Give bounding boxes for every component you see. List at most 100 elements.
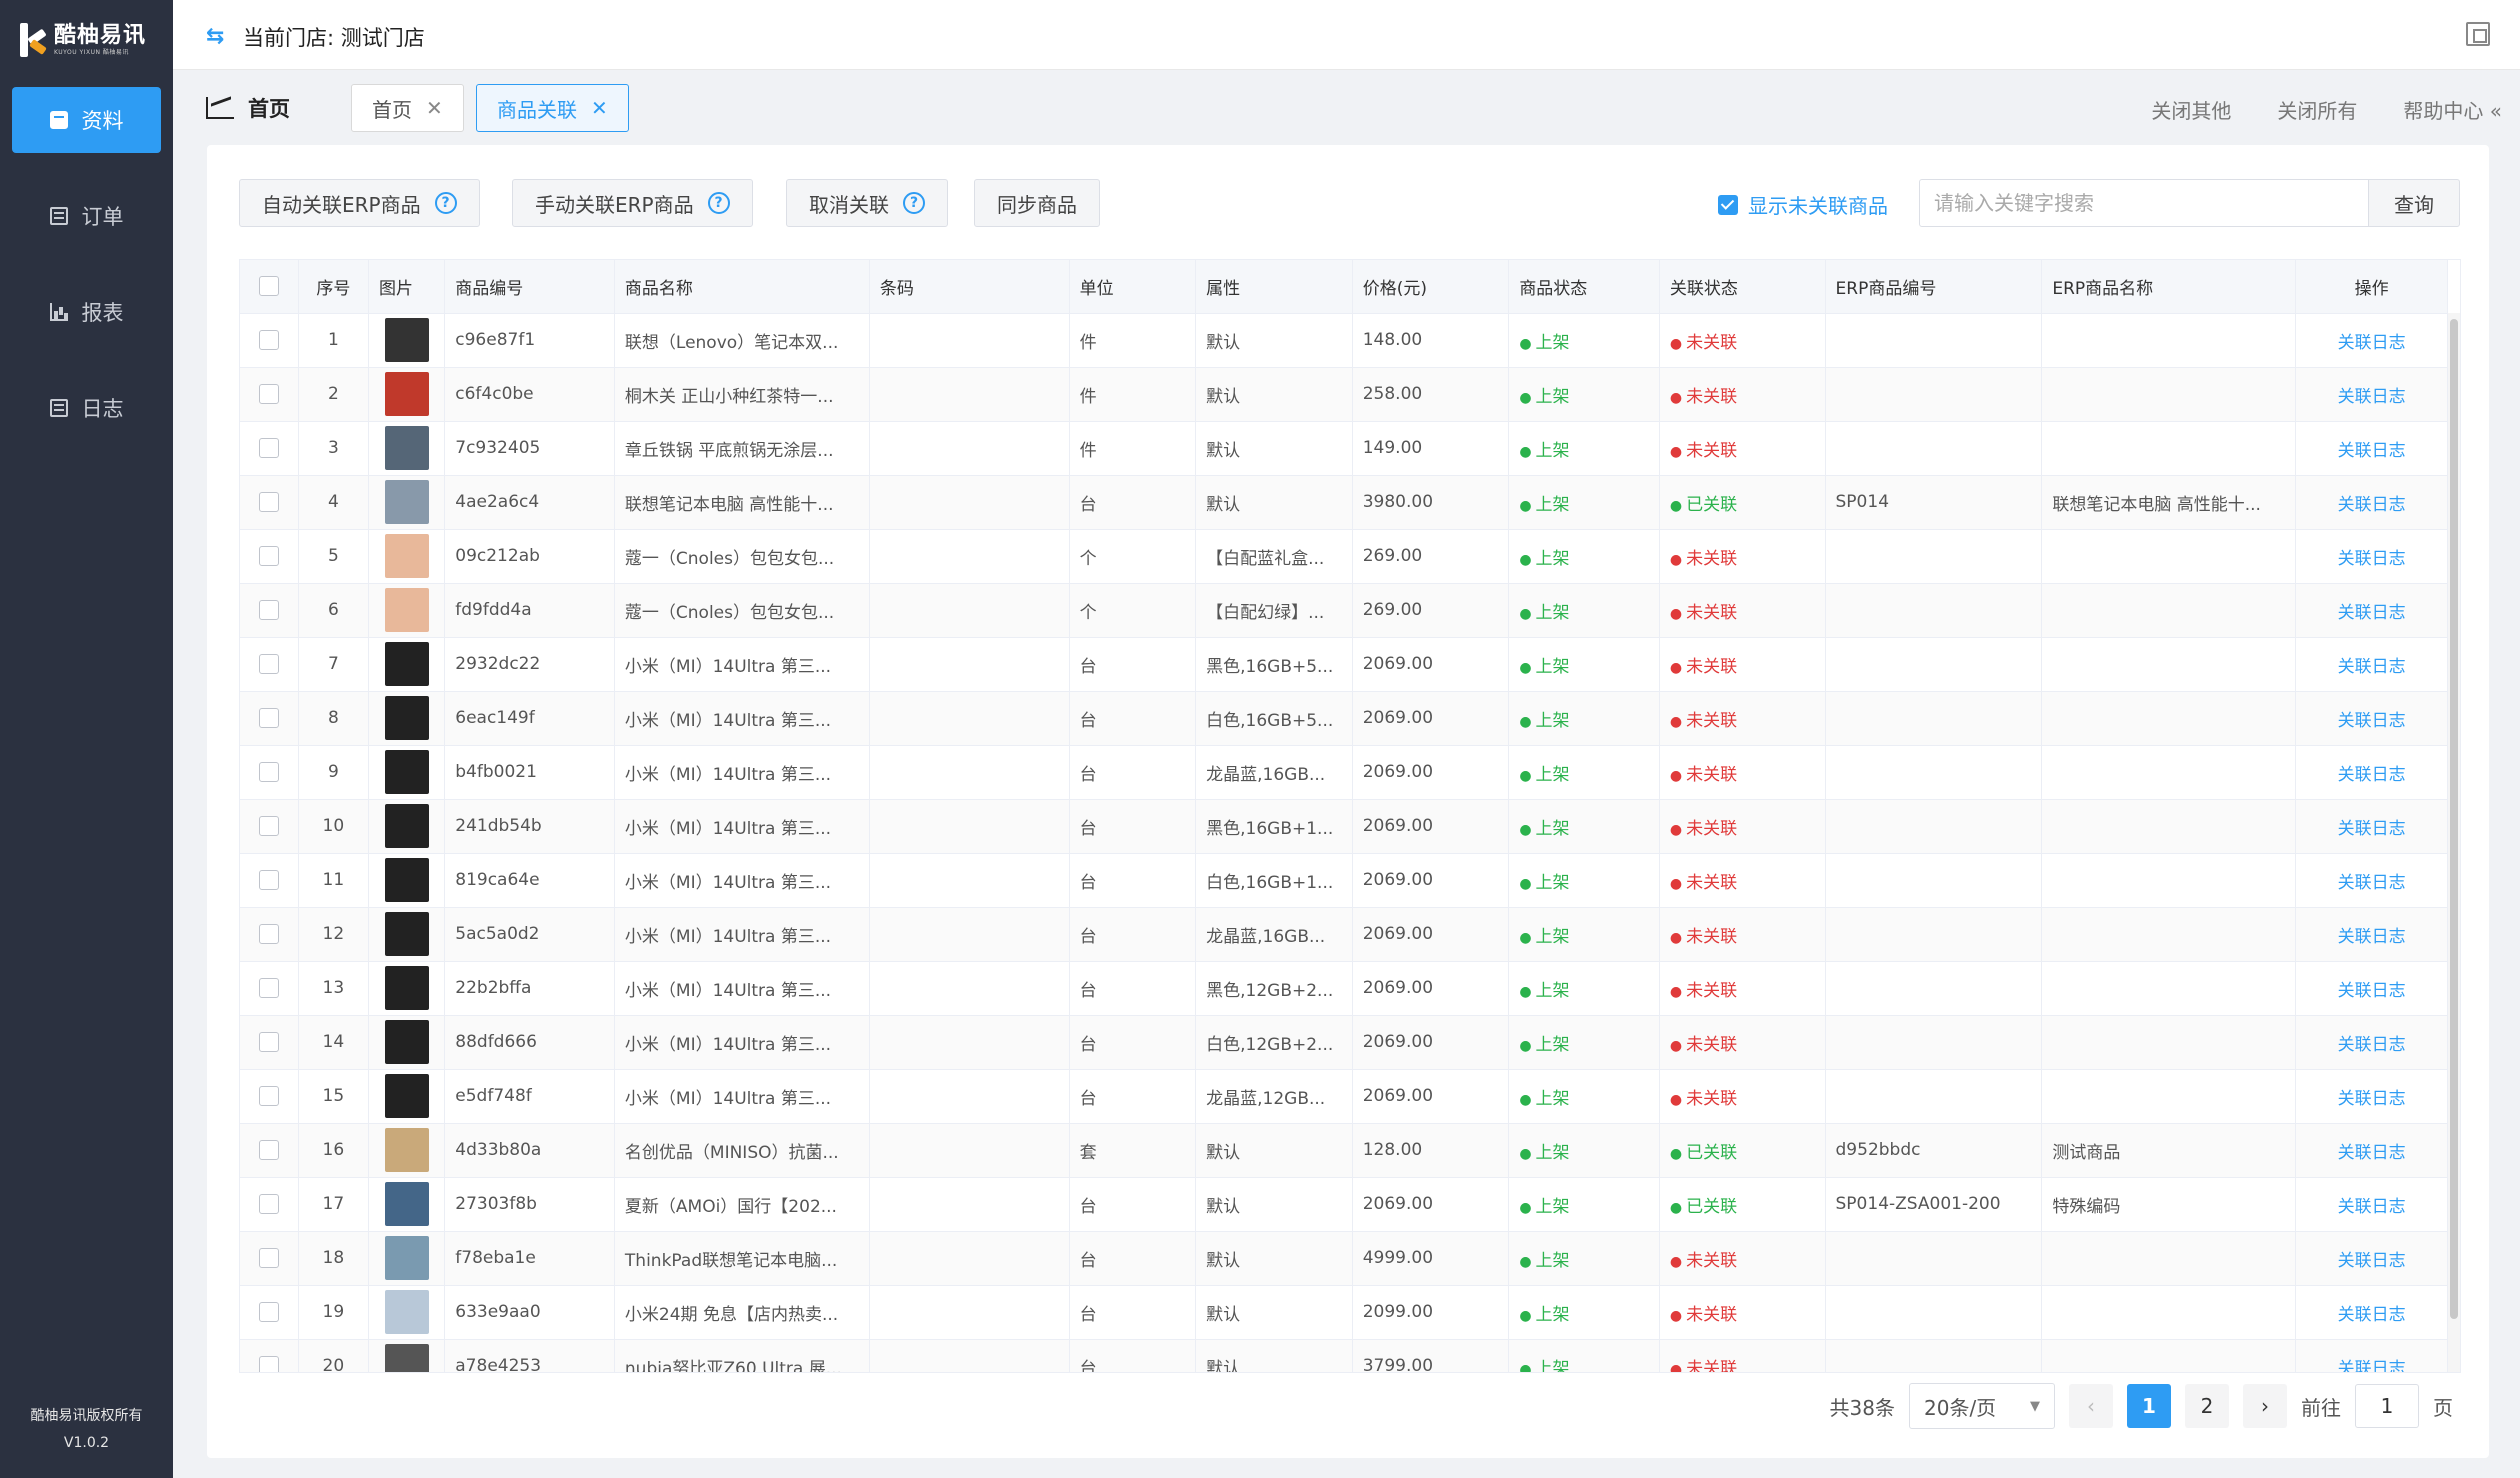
row-checkbox[interactable] (258, 600, 279, 620)
row-checkbox[interactable] (258, 1248, 279, 1268)
sidebar-item-reports[interactable]: 报表 (12, 279, 161, 345)
table-row[interactable]: 16 4d33b80a 名创优品（MINISO）抗菌... 套默认 128.00 ● 上架 ●… (240, 1123, 2448, 1178)
link-log-link[interactable]: 关联日志 (2338, 1035, 2406, 1055)
row-checkbox[interactable] (258, 1032, 279, 1052)
row-checkbox[interactable] (258, 1302, 279, 1322)
link-log-link[interactable]: 关联日志 (2338, 1251, 2406, 1271)
table-row[interactable]: 3 7c932405 章丘铁锅 平底煎锅无涂层... 件默认 149.00 ● 上架 ● 未关联… (240, 421, 2448, 476)
page-size-select[interactable]: 20条/页 ▼ (1909, 1383, 2055, 1429)
link-log-link[interactable]: 关联日志 (2338, 1305, 2406, 1325)
link-log-link[interactable]: 关联日志 (2338, 333, 2406, 353)
manual-link-erp-button[interactable]: 手动关联ERP商品 ? (512, 179, 753, 227)
product-thumbnail[interactable] (384, 642, 429, 686)
close-icon[interactable]: ✕ (591, 96, 608, 120)
link-log-link[interactable]: 关联日志 (2338, 603, 2406, 623)
product-thumbnail[interactable] (384, 1290, 429, 1334)
row-checkbox[interactable] (258, 1140, 279, 1160)
link-log-link[interactable]: 关联日志 (2338, 819, 2406, 839)
link-log-link[interactable]: 关联日志 (2338, 1143, 2406, 1163)
table-row[interactable]: 6 fd9fdd4a 蔻一（Cnoles）包包女包... 个【白配幻绿】... 269.… (240, 583, 2448, 638)
sidebar-item-data[interactable]: 资料 (12, 87, 161, 153)
page-button-1[interactable]: 1 (2127, 1384, 2171, 1428)
question-icon[interactable]: ? (707, 192, 730, 214)
link-log-link[interactable]: 关联日志 (2338, 1197, 2406, 1217)
table-row[interactable]: 14 88dfd666 小米（MI）14Ultra 第三... 台白色,12GB+2.… (240, 1015, 2448, 1070)
table-row[interactable]: 7 2932dc22 小米（MI）14Ultra 第三... 台黑色,16GB+5..… (240, 637, 2448, 692)
goto-page-input[interactable] (2355, 1384, 2419, 1428)
table-scrollbar[interactable] (2448, 313, 2460, 1372)
help-center-button[interactable]: 帮助中心 « (2403, 95, 2502, 124)
link-log-link[interactable]: 关联日志 (2338, 981, 2406, 1001)
row-checkbox[interactable] (258, 384, 279, 404)
checkbox-checked-icon[interactable] (1718, 194, 1738, 215)
product-thumbnail[interactable] (384, 1020, 429, 1064)
link-log-link[interactable]: 关联日志 (2338, 441, 2406, 461)
table-row[interactable]: 19 633e9aa0 小米24期 免息【店内热卖... 台默认 2099.00 ● 上架 ●… (240, 1285, 2448, 1340)
sidebar-item-orders[interactable]: 订单 (12, 183, 161, 249)
link-log-link[interactable]: 关联日志 (2338, 495, 2406, 515)
auto-link-erp-button[interactable]: 自动关联ERP商品 ? (239, 179, 480, 227)
table-row[interactable]: 8 6eac149f 小米（MI）14Ultra 第三... 台白色,16GB+5..… (240, 691, 2448, 746)
table-row[interactable]: 5 09c212ab 蔻一（Cnoles）包包女包... 个【白配蓝礼盒... 269.… (240, 529, 2448, 584)
row-checkbox[interactable] (258, 762, 279, 782)
question-icon[interactable]: ? (434, 192, 457, 214)
table-row[interactable]: 20 a78e4253 nubia努比亚Z60 Ultra 展... 台默认 3799.… (240, 1339, 2448, 1373)
product-thumbnail[interactable] (384, 1344, 429, 1372)
show-unlinked-checkbox[interactable]: 显示未关联商品 (1718, 190, 1888, 219)
home-breadcrumb[interactable]: 首页 (206, 93, 290, 123)
scrollbar-thumb[interactable] (2450, 319, 2458, 1319)
close-all-button[interactable]: 关闭所有 (2277, 95, 2357, 124)
tab-home[interactable]: 首页 ✕ (351, 84, 464, 132)
table-row[interactable]: 4 4ae2a6c4 联想笔记本电脑 高性能十... 台默认 3980.00 ● 上架 ● 已关… (240, 475, 2448, 530)
table-row[interactable]: 17 27303f8b 夏新（AMOi）国行【202... 台默认 2069.00 ● 上架… (240, 1177, 2448, 1232)
product-thumbnail[interactable] (384, 912, 429, 956)
link-log-link[interactable]: 关联日志 (2338, 549, 2406, 569)
row-checkbox[interactable] (258, 1086, 279, 1106)
row-checkbox[interactable] (258, 708, 279, 728)
product-thumbnail[interactable] (384, 1182, 429, 1226)
row-checkbox[interactable] (258, 924, 279, 944)
row-checkbox[interactable] (258, 654, 279, 674)
link-log-link[interactable]: 关联日志 (2338, 927, 2406, 947)
link-log-link[interactable]: 关联日志 (2338, 387, 2406, 407)
link-log-link[interactable]: 关联日志 (2338, 765, 2406, 785)
select-all-checkbox[interactable] (258, 276, 279, 297)
link-log-link[interactable]: 关联日志 (2338, 873, 2406, 893)
product-thumbnail[interactable] (384, 966, 429, 1010)
row-checkbox[interactable] (258, 330, 279, 350)
table-row[interactable]: 10 241db54b 小米（MI）14Ultra 第三... 台黑色,16GB+1.… (240, 799, 2448, 854)
page-button-2[interactable]: 2 (2185, 1384, 2229, 1428)
product-thumbnail[interactable] (384, 804, 429, 848)
close-icon[interactable]: ✕ (426, 96, 443, 120)
link-log-link[interactable]: 关联日志 (2338, 1359, 2406, 1373)
row-checkbox[interactable] (258, 438, 279, 458)
row-checkbox[interactable] (258, 1356, 279, 1372)
link-log-link[interactable]: 关联日志 (2338, 711, 2406, 731)
table-row[interactable]: 18 f78eba1e ThinkPad联想笔记本电脑... 台默认 4999.00 ● 上… (240, 1231, 2448, 1286)
link-log-link[interactable]: 关联日志 (2338, 657, 2406, 677)
table-row[interactable]: 11 819ca64e 小米（MI）14Ultra 第三... 台白色,16GB+1.… (240, 853, 2448, 908)
tab-product-link[interactable]: 商品关联 ✕ (476, 84, 629, 132)
fullscreen-icon[interactable] (2466, 22, 2490, 46)
row-checkbox[interactable] (258, 492, 279, 512)
product-thumbnail[interactable] (384, 318, 429, 362)
product-thumbnail[interactable] (384, 858, 429, 902)
sidebar-item-logs[interactable]: 日志 (12, 375, 161, 441)
question-icon[interactable]: ? (903, 192, 925, 214)
row-checkbox[interactable] (258, 978, 279, 998)
link-log-link[interactable]: 关联日志 (2338, 1089, 2406, 1109)
table-row[interactable]: 1 c96e87f1 联想（Lenovo）笔记本双... 件默认 148.00 ● 上架 ● 未… (240, 313, 2448, 368)
table-row[interactable]: 9 b4fb0021 小米（MI）14Ultra 第三... 台龙晶蓝,16GB...… (240, 745, 2448, 800)
next-page-button[interactable]: › (2243, 1384, 2287, 1428)
search-input[interactable] (1919, 179, 2369, 227)
row-checkbox[interactable] (258, 546, 279, 566)
table-row[interactable]: 15 e5df748f 小米（MI）14Ultra 第三... 台龙晶蓝,12GB..… (240, 1069, 2448, 1124)
close-others-button[interactable]: 关闭其他 (2151, 95, 2231, 124)
product-thumbnail[interactable] (384, 750, 429, 794)
sync-products-button[interactable]: 同步商品 (974, 179, 1100, 227)
table-row[interactable]: 13 22b2bffa 小米（MI）14Ultra 第三... 台黑色,12GB+2.… (240, 961, 2448, 1016)
row-checkbox[interactable] (258, 816, 279, 836)
product-thumbnail[interactable] (384, 534, 429, 578)
table-row[interactable]: 12 5ac5a0d2 小米（MI）14Ultra 第三... 台龙晶蓝,16GB..… (240, 907, 2448, 962)
product-thumbnail[interactable] (384, 372, 429, 416)
